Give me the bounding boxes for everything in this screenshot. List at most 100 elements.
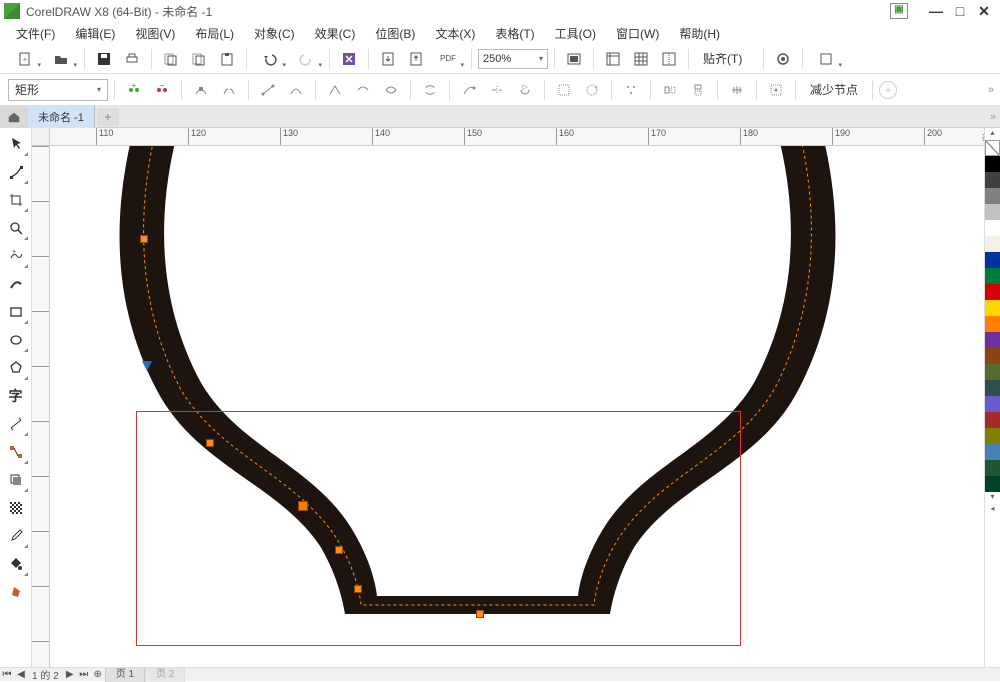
new-button[interactable]: + xyxy=(8,47,42,71)
color-swatch[interactable] xyxy=(985,412,1000,428)
align-nodes-button[interactable] xyxy=(618,78,644,102)
color-swatch[interactable] xyxy=(985,396,1000,412)
path-node[interactable] xyxy=(206,439,214,447)
paste-button[interactable] xyxy=(214,47,240,71)
copy-button[interactable] xyxy=(186,47,212,71)
reflect-nodes-h-button[interactable] xyxy=(657,78,683,102)
import-button[interactable] xyxy=(375,47,401,71)
show-guidelines-button[interactable] xyxy=(656,47,682,71)
color-swatch[interactable] xyxy=(985,172,1000,188)
canvas[interactable] xyxy=(50,146,986,667)
polygon-tool[interactable] xyxy=(2,354,30,382)
color-swatch[interactable] xyxy=(985,364,1000,380)
menu-window[interactable]: 窗口(W) xyxy=(608,23,667,44)
path-node[interactable] xyxy=(354,585,362,593)
path-node[interactable] xyxy=(140,235,148,243)
menu-tools[interactable]: 工具(O) xyxy=(547,23,604,44)
snap-to-dropdown[interactable]: 贴齐(T) xyxy=(695,47,757,71)
print-button[interactable] xyxy=(119,47,145,71)
menu-help[interactable]: 帮助(H) xyxy=(671,23,728,44)
palette-expand[interactable]: ◂ xyxy=(985,504,1000,516)
color-swatch[interactable] xyxy=(985,300,1000,316)
close-curve-button[interactable]: ▷ xyxy=(512,78,538,102)
ruler-corner[interactable] xyxy=(32,128,50,146)
color-swatch[interactable] xyxy=(985,348,1000,364)
delete-node-button[interactable]: − xyxy=(149,78,175,102)
menu-table[interactable]: 表格(T) xyxy=(487,23,542,44)
shape-tool[interactable] xyxy=(2,158,30,186)
add-document-tab[interactable]: + xyxy=(97,108,119,126)
zoom-level-input[interactable]: 250% xyxy=(478,49,548,69)
preset-shape-dropdown[interactable]: 矩形 xyxy=(8,79,108,101)
color-swatch[interactable] xyxy=(985,220,1000,236)
path-node-selected[interactable] xyxy=(298,501,308,511)
smooth-node-button[interactable] xyxy=(350,78,376,102)
no-color-swatch[interactable] xyxy=(985,140,1000,156)
menu-bitmap[interactable]: 位图(B) xyxy=(367,23,423,44)
artistic-media-tool[interactable] xyxy=(2,270,30,298)
reflect-nodes-v-button[interactable] xyxy=(685,78,711,102)
vertical-ruler[interactable] xyxy=(32,146,50,667)
symmetrical-node-button[interactable] xyxy=(378,78,404,102)
freehand-tool[interactable]: + xyxy=(2,242,30,270)
publish-pdf-button[interactable]: PDF xyxy=(431,47,465,71)
menu-file[interactable]: 文件(F) xyxy=(8,23,63,44)
extract-subpath-button[interactable] xyxy=(484,78,510,102)
color-swatch[interactable] xyxy=(985,476,1000,492)
menu-effect[interactable]: 效果(C) xyxy=(307,23,364,44)
color-swatch[interactable] xyxy=(985,380,1000,396)
maximize-button[interactable]: □ xyxy=(948,3,972,19)
color-swatch[interactable] xyxy=(985,188,1000,204)
export-button[interactable] xyxy=(403,47,429,71)
account-icon[interactable]: ▣ xyxy=(890,3,908,19)
launch-button[interactable] xyxy=(809,47,843,71)
tab-overflow-icon[interactable]: » xyxy=(990,111,994,123)
cusp-node-button[interactable] xyxy=(322,78,348,102)
palette-scroll-up[interactable]: ▴ xyxy=(985,128,1000,140)
page-next-button[interactable]: ▶ xyxy=(63,669,77,680)
color-swatch[interactable] xyxy=(985,204,1000,220)
menu-edit[interactable]: 编辑(E) xyxy=(67,23,123,44)
elastic-mode-button[interactable] xyxy=(724,78,750,102)
redo-button[interactable] xyxy=(289,47,323,71)
join-nodes-button[interactable] xyxy=(188,78,214,102)
connector-tool[interactable] xyxy=(2,438,30,466)
open-button[interactable] xyxy=(44,47,78,71)
convert-line-button[interactable] xyxy=(255,78,281,102)
pick-tool[interactable] xyxy=(2,130,30,158)
welcome-tab[interactable] xyxy=(0,106,28,128)
horizontal-ruler[interactable]: 110120130140150160170180190200 xyxy=(50,128,986,146)
menu-text[interactable]: 文本(X) xyxy=(427,23,483,44)
color-swatch[interactable] xyxy=(985,252,1000,268)
menu-view[interactable]: 视图(V) xyxy=(127,23,183,44)
search-content-button[interactable] xyxy=(336,47,362,71)
eyedropper-tool[interactable] xyxy=(2,522,30,550)
fullscreen-preview-button[interactable] xyxy=(561,47,587,71)
palette-scroll-down[interactable]: ▾ xyxy=(985,492,1000,504)
crop-tool[interactable] xyxy=(2,186,30,214)
zoom-tool[interactable] xyxy=(2,214,30,242)
color-swatch[interactable] xyxy=(985,460,1000,476)
path-node[interactable] xyxy=(335,546,343,554)
color-swatch[interactable] xyxy=(985,236,1000,252)
drop-shadow-tool[interactable] xyxy=(2,466,30,494)
stretch-nodes-button[interactable] xyxy=(551,78,577,102)
convert-curve-button[interactable] xyxy=(283,78,309,102)
menu-layout[interactable]: 布局(L) xyxy=(187,23,242,44)
ellipse-tool[interactable] xyxy=(2,326,30,354)
curve-smoothness-button[interactable]: + xyxy=(879,81,897,99)
color-swatch[interactable] xyxy=(985,268,1000,284)
break-curve-button[interactable] xyxy=(216,78,242,102)
show-grid-button[interactable] xyxy=(628,47,654,71)
parallel-dimension-tool[interactable] xyxy=(2,410,30,438)
save-button[interactable] xyxy=(91,47,117,71)
color-swatch[interactable] xyxy=(985,444,1000,460)
rotate-nodes-button[interactable] xyxy=(579,78,605,102)
menu-object[interactable]: 对象(C) xyxy=(246,23,303,44)
color-swatch[interactable] xyxy=(985,316,1000,332)
show-rulers-button[interactable] xyxy=(600,47,626,71)
page-tab-1[interactable]: 页 1 xyxy=(105,668,145,682)
rectangle-tool[interactable] xyxy=(2,298,30,326)
cut-button[interactable] xyxy=(158,47,184,71)
color-swatch[interactable] xyxy=(985,284,1000,300)
